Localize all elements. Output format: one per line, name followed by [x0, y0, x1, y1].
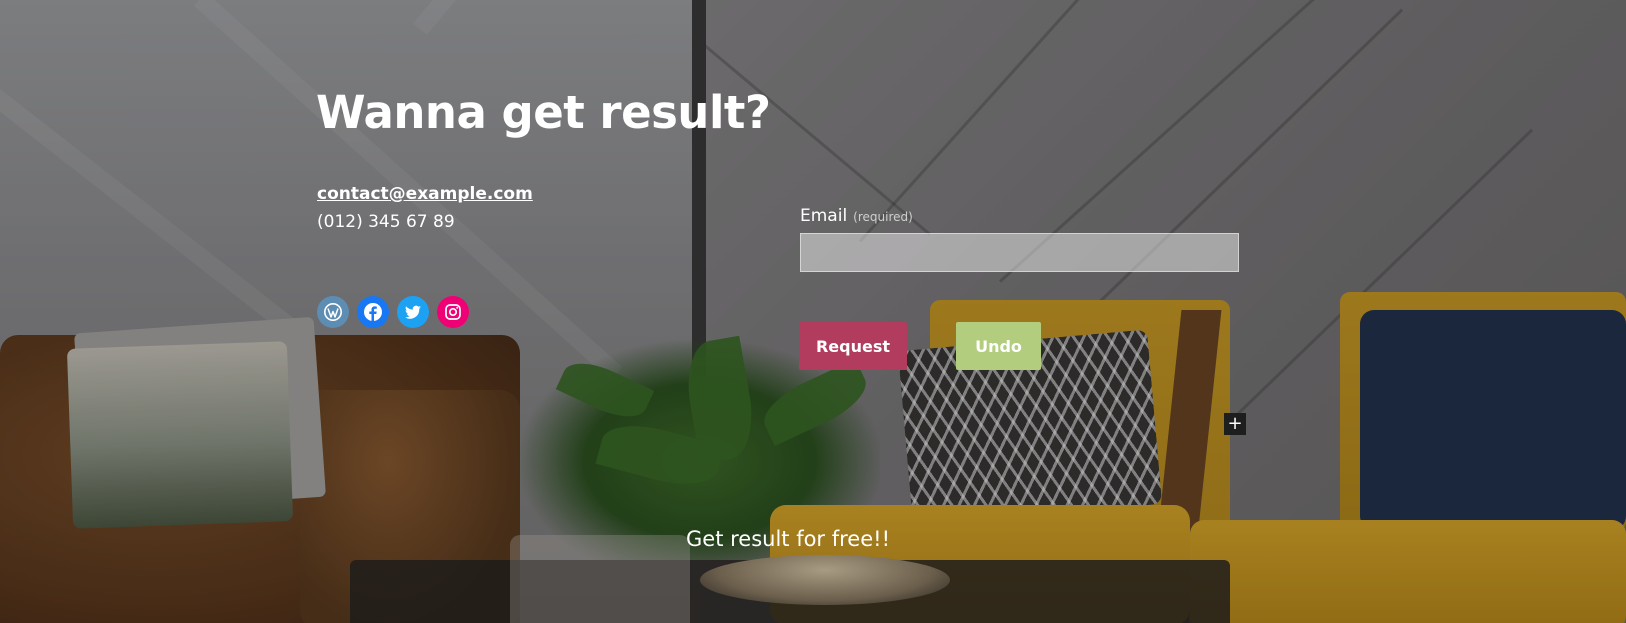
- social-links: [317, 296, 469, 328]
- tagline: Get result for free!!: [686, 527, 890, 551]
- contact-phone: (012) 345 67 89: [317, 212, 455, 232]
- add-block-button[interactable]: +: [1224, 413, 1246, 435]
- wordpress-link[interactable]: [317, 296, 349, 328]
- twitter-link[interactable]: [397, 296, 429, 328]
- email-label-text: Email: [800, 206, 848, 226]
- request-form: Email (required): [800, 206, 1240, 272]
- request-button[interactable]: Request: [799, 322, 907, 370]
- contact-email-link[interactable]: contact@example.com: [317, 184, 533, 204]
- facebook-link[interactable]: [357, 296, 389, 328]
- twitter-icon: [405, 305, 421, 319]
- facebook-icon: [364, 303, 382, 321]
- wordpress-icon: [324, 303, 342, 321]
- instagram-icon: [445, 304, 461, 320]
- email-label: Email (required): [800, 206, 913, 226]
- cover-block: Wanna get result? contact@example.com (0…: [0, 0, 1626, 623]
- undo-button[interactable]: Undo: [956, 322, 1041, 370]
- instagram-link[interactable]: [437, 296, 469, 328]
- page-title: Wanna get result?: [316, 86, 771, 139]
- required-indicator: (required): [853, 210, 913, 224]
- email-field[interactable]: [800, 233, 1239, 272]
